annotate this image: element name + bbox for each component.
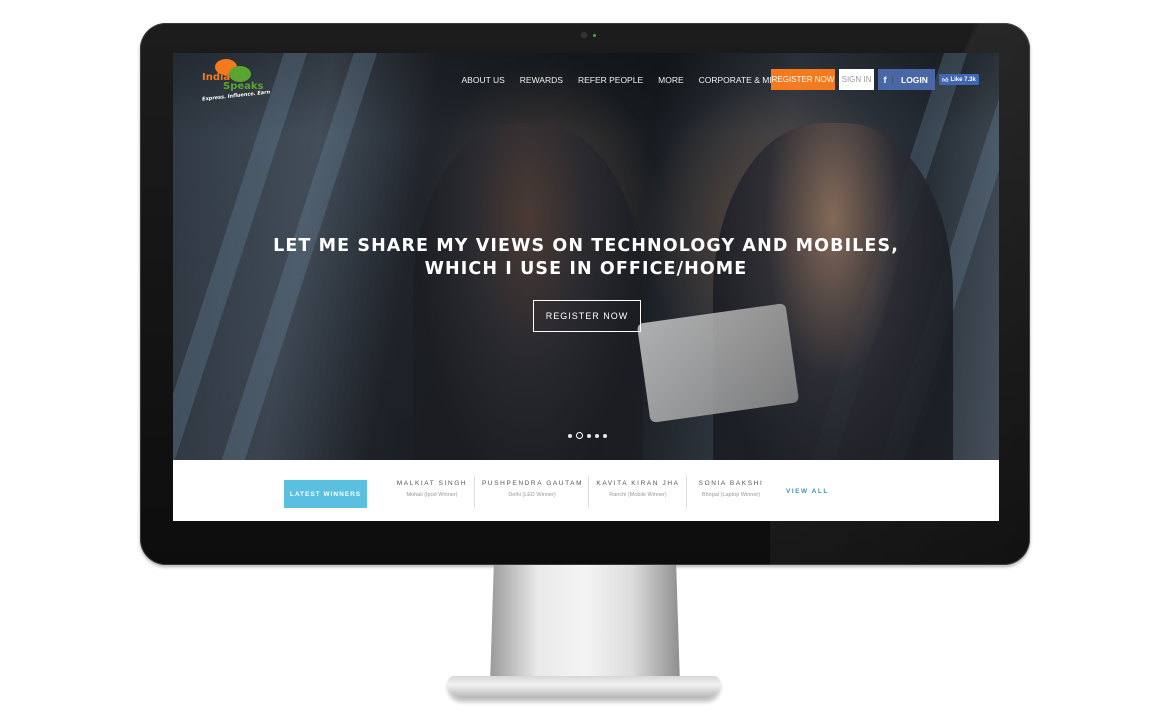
winner-divider <box>474 476 475 508</box>
winner-divider <box>588 476 589 508</box>
view-all-link[interactable]: VIEW ALL <box>786 488 829 495</box>
login-label: LOGIN <box>901 74 928 85</box>
carousel-dots <box>568 432 607 439</box>
nav-item-about-us[interactable]: ABOUT US <box>454 75 512 85</box>
winner-meta: Delhi (LED Winner) <box>508 492 556 498</box>
carousel-dot[interactable] <box>568 433 572 438</box>
register-now-button[interactable]: REGISTER NOW <box>771 69 835 90</box>
winner-meta: Ranchi (Mobile Winner) <box>609 492 667 498</box>
winner-meta: Bhopal (Laptop Winner) <box>701 492 761 498</box>
hero-register-button[interactable]: REGISTER NOW <box>533 300 641 332</box>
winner-name: PUSHPENDRA GAUTAM <box>482 480 584 487</box>
facebook-icon: f <box>878 74 893 85</box>
carousel-dot-active[interactable] <box>576 432 583 439</box>
winner-meta: Mohali (Ipod Winner) <box>406 492 458 498</box>
winner-item: KAVITA KIRAN JHA Ranchi (Mobile Winner) <box>596 480 680 498</box>
camera-led-icon <box>593 34 596 37</box>
winner-item: PUSHPENDRA GAUTAM Delhi (LED Winner) <box>482 480 582 498</box>
hero-photo-woman <box>713 123 953 460</box>
facebook-like-button[interactable]: 👍︎ Like 7.3k <box>939 74 979 85</box>
latest-winners-strip: LATEST WINNERS MALKIAT SINGH Mohali (Ipo… <box>173 460 999 521</box>
winner-name: MALKIAT SINGH <box>396 480 468 487</box>
winner-name: KAVITA KIRAN JHA <box>596 480 680 487</box>
facebook-login-button[interactable]: f LOGIN <box>878 69 935 90</box>
monitor-stand-base <box>448 676 720 698</box>
nav-item-more[interactable]: MORE <box>651 75 692 85</box>
hero-banner: India Speaks Express. Influence. Earn AB… <box>173 53 999 460</box>
sign-in-button[interactable]: SIGN IN <box>839 69 874 90</box>
site-logo[interactable]: India Speaks Express. Influence. Earn <box>199 58 271 104</box>
like-count-label: Like 7.3k <box>950 76 976 83</box>
monitor-stand <box>490 565 680 685</box>
hero-headline: LET ME SHARE MY VIEWS ON TECHNOLOGY AND … <box>273 236 899 279</box>
latest-winners-label: LATEST WINNERS <box>284 480 367 508</box>
hero-photo-tablet <box>636 303 800 423</box>
winner-item: SONIA BAKSHI Bhopal (Laptop Winner) <box>694 480 768 498</box>
carousel-dot[interactable] <box>587 433 591 438</box>
main-nav: ABOUT US REWARDS REFER PEOPLE MORE CORPO… <box>454 75 797 85</box>
website-screen: India Speaks Express. Influence. Earn AB… <box>173 53 999 521</box>
winner-item: MALKIAT SINGH Mohali (Ipod Winner) <box>395 480 469 498</box>
camera-icon <box>581 32 587 38</box>
speech-bubble-green-icon <box>229 66 251 82</box>
nav-item-refer-people[interactable]: REFER PEOPLE <box>570 75 650 85</box>
winner-divider <box>686 476 687 508</box>
hero-photo-man <box>413 123 643 460</box>
winner-name: SONIA BAKSHI <box>698 480 764 487</box>
carousel-dot[interactable] <box>595 433 599 438</box>
nav-item-rewards[interactable]: REWARDS <box>512 75 570 85</box>
carousel-dot[interactable] <box>603 433 607 438</box>
thumbs-up-icon: 👍︎ <box>942 77 949 84</box>
